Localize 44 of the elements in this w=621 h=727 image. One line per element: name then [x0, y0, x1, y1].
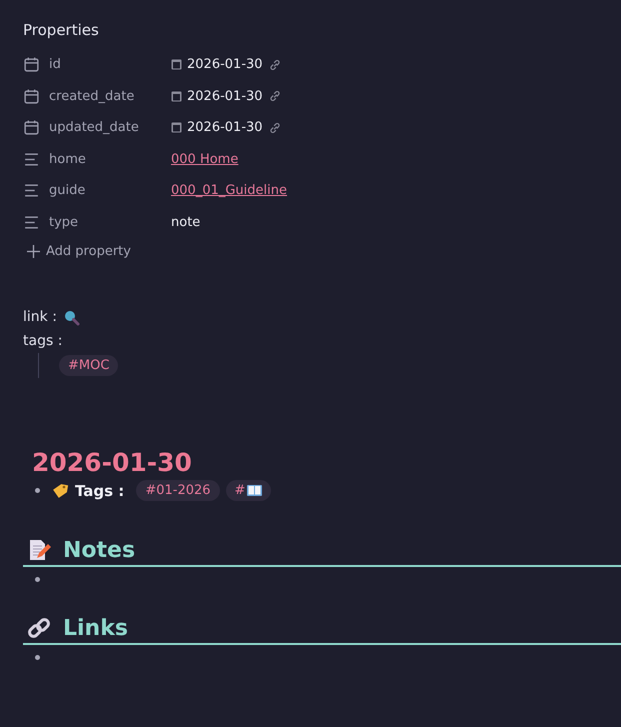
date-value[interactable]: 2026-01-30	[187, 57, 263, 72]
plus-icon	[27, 245, 40, 258]
property-name[interactable]: id	[49, 57, 61, 72]
section-heading: Links	[23, 613, 621, 645]
text-lines-icon	[23, 150, 40, 168]
date-value[interactable]: 2026-01-30	[187, 88, 263, 104]
magnifier-icon	[62, 308, 80, 326]
bullet	[35, 654, 40, 660]
tag[interactable]: #	[226, 480, 272, 501]
calendar-icon	[171, 59, 182, 70]
property-name[interactable]: created_date	[49, 88, 134, 104]
link-icon[interactable]	[268, 120, 282, 135]
property-value[interactable]: note	[171, 214, 200, 230]
bullet	[35, 576, 40, 582]
chain-icon	[27, 616, 51, 640]
calendar-icon	[171, 122, 182, 134]
property-name[interactable]: updated_date	[49, 120, 139, 136]
properties-title: Properties	[23, 21, 99, 39]
note-link[interactable]: 000_01_Guideline	[171, 183, 287, 198]
section-heading: Notes	[23, 535, 621, 567]
bullet	[35, 488, 40, 493]
tag[interactable]: #MOC	[59, 355, 118, 376]
note-link[interactable]: 000 Home	[171, 152, 238, 167]
property-name[interactable]: type	[49, 214, 78, 230]
calendar-icon	[171, 90, 182, 102]
property-name[interactable]: home	[49, 152, 86, 167]
property-name[interactable]: guide	[49, 183, 86, 198]
link-icon[interactable]	[268, 58, 282, 72]
tags-label: Tags :	[75, 482, 124, 500]
calendar-icon	[23, 88, 40, 105]
link-label: link :	[23, 309, 57, 325]
link-icon[interactable]	[268, 89, 282, 104]
tag[interactable]: #01-2026	[136, 480, 220, 501]
tags-label: tags :	[23, 333, 62, 349]
label-tag-icon	[52, 483, 69, 498]
calendar-icon	[23, 119, 40, 136]
text-lines-icon	[23, 182, 40, 200]
calendar-icon	[23, 56, 40, 74]
text-lines-icon	[23, 214, 40, 231]
date-value[interactable]: 2026-01-30	[187, 120, 263, 136]
add-property-button[interactable]: Add property	[27, 244, 621, 259]
date-heading: 2026-01-30	[32, 448, 193, 478]
book-icon	[247, 484, 262, 497]
notepad-pencil-icon	[27, 538, 51, 562]
